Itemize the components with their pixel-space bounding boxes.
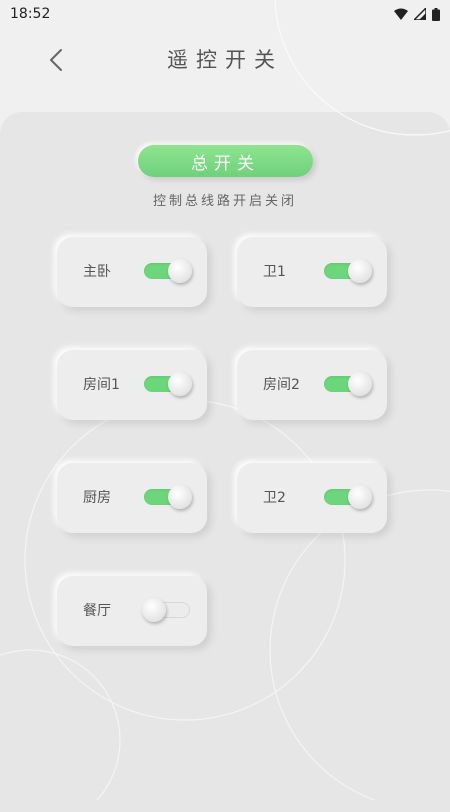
page-title: 遥控开关: [167, 48, 283, 72]
toggle-switch[interactable]: [324, 485, 374, 509]
toggle-switch[interactable]: [324, 372, 374, 396]
wifi-icon: [394, 8, 408, 20]
toggle-switch[interactable]: [324, 259, 374, 283]
status-bar: 18:52: [0, 0, 450, 28]
switch-card-bathroom-2: 卫2: [237, 463, 387, 533]
header: 遥控开关: [0, 28, 450, 92]
status-time: 18:52: [10, 6, 51, 22]
toggle-knob: [348, 372, 372, 396]
toggle-knob: [168, 259, 192, 283]
switch-card-room-1: 房间1: [57, 350, 207, 420]
toggle-switch[interactable]: [144, 372, 194, 396]
switch-label: 厨房: [83, 490, 111, 506]
toggle-switch[interactable]: [144, 485, 194, 509]
toggle-switch[interactable]: [144, 259, 194, 283]
signal-icon: [414, 8, 426, 20]
content-panel: [0, 112, 450, 812]
switch-card-dining-room: 餐厅: [57, 576, 207, 646]
battery-icon: [432, 7, 440, 21]
toggle-knob: [168, 485, 192, 509]
master-switch-button[interactable]: 总开关: [138, 145, 313, 177]
toggle-knob: [142, 598, 166, 622]
switch-label: 餐厅: [83, 603, 111, 619]
toggle-knob: [168, 372, 192, 396]
switch-card-bathroom-1: 卫1: [237, 237, 387, 307]
toggle-switch[interactable]: [142, 598, 194, 622]
toggle-knob: [348, 259, 372, 283]
switch-card-room-2: 房间2: [237, 350, 387, 420]
switch-label: 主卧: [83, 264, 111, 280]
switch-label: 卫1: [263, 264, 286, 280]
toggle-knob: [348, 485, 372, 509]
switch-card-kitchen: 厨房: [57, 463, 207, 533]
switch-label: 卫2: [263, 490, 286, 506]
switch-label: 房间2: [263, 377, 300, 393]
switch-card-master-bedroom: 主卧: [57, 237, 207, 307]
status-icons: [394, 7, 440, 21]
switch-label: 房间1: [83, 377, 120, 393]
master-switch-description: 控制总线路开启关闭: [152, 194, 297, 209]
